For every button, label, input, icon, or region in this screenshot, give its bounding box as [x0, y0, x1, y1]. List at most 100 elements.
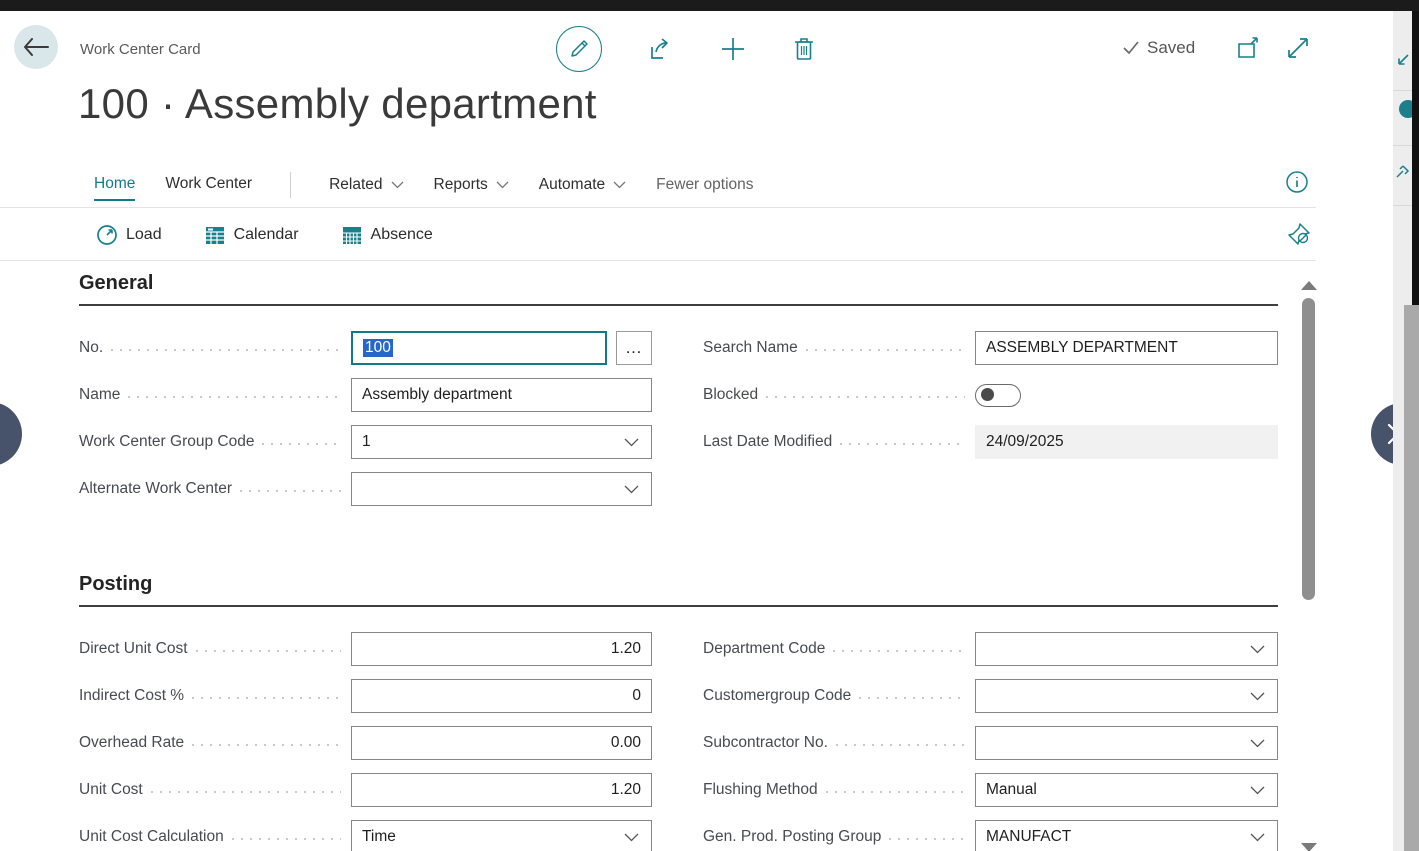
field-overhead-rate-label: Overhead Rate [79, 734, 184, 752]
info-button[interactable] [1285, 170, 1309, 194]
field-name-label: Name [79, 386, 120, 404]
department-code-dropdown[interactable] [975, 632, 1278, 666]
customergroup-code-dropdown[interactable] [975, 679, 1278, 713]
action-bar: Load Calendar Absence [0, 209, 1316, 261]
subcontractor-no-dropdown[interactable] [975, 726, 1278, 760]
dotted-leader [826, 791, 965, 793]
open-window-button[interactable] [1236, 35, 1261, 61]
chevron-down-icon [1250, 739, 1265, 748]
alternate-work-center-dropdown[interactable] [351, 472, 652, 506]
flushing-method-dropdown[interactable]: Manual [975, 773, 1278, 807]
scroll-down-icon[interactable] [1301, 843, 1317, 851]
menu-bar: Home Work Center Related Reports Automat… [0, 164, 1316, 208]
back-button[interactable] [14, 25, 58, 69]
right-edge-black-strip [1412, 11, 1419, 305]
blocked-toggle[interactable] [975, 384, 1021, 407]
indirect-cost-pct-input[interactable]: 0 [351, 679, 652, 713]
menu-reports[interactable]: Reports [434, 176, 509, 200]
chevron-down-icon [624, 438, 639, 447]
scrollbar-thumb[interactable] [1302, 298, 1315, 600]
menu-divider [290, 172, 291, 198]
no-input-selected-text: 100 [363, 339, 393, 357]
field-flushing-method: Flushing Method Manual [703, 773, 1278, 807]
field-unit-cost-calculation: Unit Cost Calculation Time [79, 820, 652, 851]
chevron-down-icon [613, 181, 626, 189]
dotted-leader [833, 650, 965, 652]
unit-cost-input[interactable]: 1.20 [351, 773, 652, 807]
direct-unit-cost-input[interactable]: 1.20 [351, 632, 652, 666]
absence-button[interactable]: Absence [341, 224, 433, 246]
delete-button[interactable] [792, 36, 816, 62]
name-input[interactable]: Assembly department [351, 378, 652, 412]
field-no: No. 100 … [79, 331, 652, 365]
right-edge-scrollbar[interactable] [1404, 305, 1419, 851]
field-blocked-label: Blocked [703, 386, 758, 404]
menu-automate[interactable]: Automate [539, 176, 626, 200]
calendar-label: Calendar [234, 226, 299, 244]
info-icon [1285, 170, 1309, 194]
dotted-leader [859, 697, 965, 699]
section-general-title: General [79, 272, 1278, 306]
field-search-name: Search Name ASSEMBLY DEPARTMENT [703, 331, 1278, 365]
field-customergroup-code-label: Customergroup Code [703, 687, 851, 705]
dotted-leader [111, 349, 341, 351]
fit-width-icon [1285, 35, 1311, 61]
field-last-date-modified: Last Date Modified 24/09/2025 [703, 425, 1278, 459]
dotted-leader [840, 443, 965, 445]
chevron-down-icon [496, 181, 509, 189]
tab-home[interactable]: Home [94, 175, 135, 201]
calendar-button[interactable]: Calendar [204, 224, 299, 246]
page-title: 100 · Assembly department [78, 80, 597, 128]
edit-button[interactable] [556, 26, 602, 72]
field-alternate-work-center: Alternate Work Center [79, 472, 652, 506]
expand-left-pane-button[interactable] [0, 402, 22, 466]
tab-work-center[interactable]: Work Center [165, 175, 252, 201]
field-work-center-group-code-label: Work Center Group Code [79, 433, 254, 451]
load-icon [96, 224, 118, 246]
back-icon [23, 38, 49, 56]
calendar-icon [204, 224, 226, 246]
field-last-date-modified-label: Last Date Modified [703, 433, 832, 451]
field-unit-cost: Unit Cost 1.20 [79, 773, 652, 807]
no-assist-edit-button[interactable]: … [616, 331, 652, 365]
chevron-down-icon [1250, 645, 1265, 654]
absence-icon [341, 224, 363, 246]
field-department-code: Department Code [703, 632, 1278, 666]
chevron-down-icon [1250, 833, 1265, 842]
field-subcontractor-no: Subcontractor No. [703, 726, 1278, 760]
unit-cost-calculation-dropdown[interactable]: Time [351, 820, 652, 851]
edge-pin-icon [1395, 163, 1411, 181]
field-overhead-rate: Overhead Rate 0.00 [79, 726, 652, 760]
field-direct-unit-cost-label: Direct Unit Cost [79, 640, 188, 658]
add-button[interactable] [720, 36, 746, 62]
load-label: Load [126, 226, 162, 244]
save-status-label: Saved [1147, 38, 1195, 58]
unpin-button[interactable] [1286, 221, 1312, 247]
dotted-leader [240, 490, 341, 492]
menu-related[interactable]: Related [329, 176, 403, 200]
field-unit-cost-calculation-label: Unit Cost Calculation [79, 828, 224, 846]
last-date-modified-value: 24/09/2025 [975, 425, 1278, 459]
scroll-up-icon[interactable] [1301, 281, 1317, 290]
edge-divider [1393, 90, 1412, 91]
chevron-down-icon [624, 833, 639, 842]
work-center-group-code-dropdown[interactable]: 1 [351, 425, 652, 459]
chevron-down-icon [391, 181, 404, 189]
card-content: General No. 100 … Name [79, 272, 1278, 851]
no-input[interactable]: 100 [351, 331, 607, 365]
field-blocked: Blocked [703, 378, 1278, 412]
page-caption: Work Center Card [80, 41, 201, 58]
search-name-input[interactable]: ASSEMBLY DEPARTMENT [975, 331, 1278, 365]
share-button[interactable] [648, 36, 674, 62]
field-no-label: No. [79, 339, 103, 357]
fit-width-button[interactable] [1285, 35, 1311, 61]
chevron-down-icon [1250, 786, 1265, 795]
header-actions [556, 26, 816, 72]
fewer-options-button[interactable]: Fewer options [656, 176, 753, 200]
overhead-rate-input[interactable]: 0.00 [351, 726, 652, 760]
load-button[interactable]: Load [96, 224, 162, 246]
field-flushing-method-label: Flushing Method [703, 781, 818, 799]
edge-divider [1393, 145, 1412, 146]
dotted-leader [806, 349, 965, 351]
gen-prod-posting-group-dropdown[interactable]: MANUFACT [975, 820, 1278, 851]
